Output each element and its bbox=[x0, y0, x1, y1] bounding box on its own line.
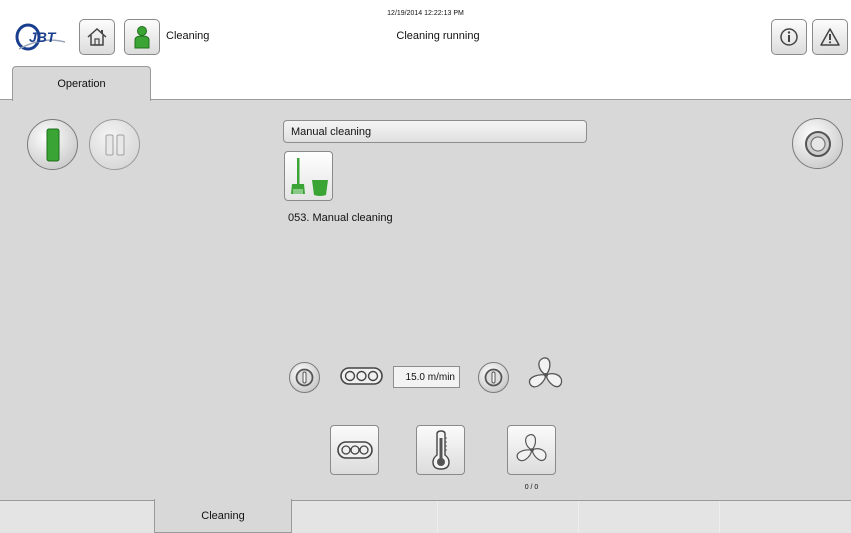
start-icon bbox=[46, 128, 59, 161]
stop-icon bbox=[804, 130, 831, 157]
power-icon bbox=[484, 368, 503, 387]
power-icon bbox=[295, 368, 314, 387]
fan-count-label: 0 / 0 bbox=[524, 484, 539, 491]
program-step-label: 053. Manual cleaning bbox=[288, 212, 393, 224]
start-button[interactable] bbox=[27, 119, 78, 170]
bottom-tab-bar bbox=[0, 500, 851, 533]
conveyor-icon bbox=[336, 441, 373, 459]
thermometer-icon bbox=[431, 430, 450, 470]
pause-icon bbox=[105, 134, 124, 155]
info-icon bbox=[780, 28, 798, 46]
fan-icon bbox=[526, 354, 566, 396]
tab-gap bbox=[13, 99, 150, 101]
conveyor-toggle-button[interactable] bbox=[289, 362, 320, 393]
pause-button[interactable] bbox=[89, 119, 140, 170]
conveyor-button[interactable] bbox=[330, 425, 379, 475]
stop-button[interactable] bbox=[792, 118, 843, 169]
broom-bucket-icon bbox=[291, 158, 328, 196]
datetime-display: 12/19/2014 12:22:13 PM bbox=[387, 10, 464, 17]
tab-cleaning[interactable]: Cleaning bbox=[154, 499, 292, 533]
bottom-tab-separator bbox=[437, 501, 438, 533]
fan-button[interactable] bbox=[507, 425, 556, 475]
conveyor-speed-field[interactable]: 15.0 m/min bbox=[393, 366, 460, 388]
info-button[interactable] bbox=[771, 19, 807, 55]
bottom-tab-separator bbox=[719, 501, 720, 533]
fan-toggle-button[interactable] bbox=[478, 362, 509, 393]
conveyor-icon bbox=[339, 365, 384, 387]
machine-status: Cleaning running bbox=[396, 30, 480, 42]
fan-icon bbox=[516, 434, 547, 462]
temperature-button[interactable] bbox=[416, 425, 465, 475]
bottom-tab-separator bbox=[578, 501, 579, 533]
warning-icon bbox=[820, 28, 840, 46]
alarm-button[interactable] bbox=[812, 19, 848, 55]
program-icon-button[interactable] bbox=[284, 151, 333, 201]
program-name-field[interactable]: Manual cleaning bbox=[283, 120, 587, 143]
tab-operation[interactable]: Operation bbox=[12, 66, 151, 101]
